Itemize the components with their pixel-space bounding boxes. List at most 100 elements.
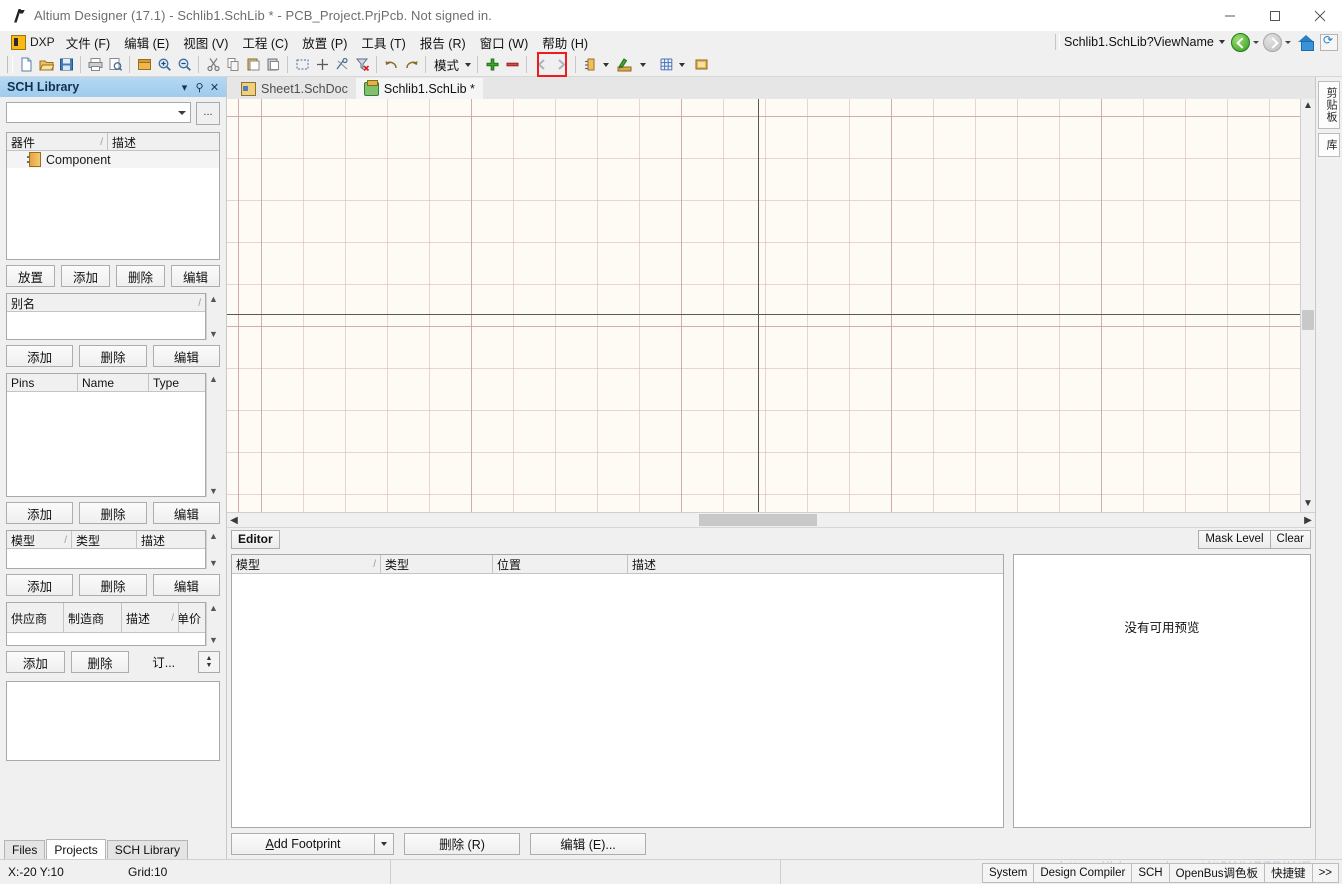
zoom-out-icon[interactable] xyxy=(175,55,194,74)
menu-item-help[interactable]: 帮助 (H) xyxy=(535,31,595,54)
tab-clipboard[interactable]: 剪贴板 xyxy=(1318,81,1340,129)
cut-icon[interactable] xyxy=(204,55,223,74)
menu-item-view[interactable]: 视图 (V) xyxy=(176,31,235,54)
add-alias-button[interactable]: 添加 xyxy=(6,345,74,367)
document-tab-sheet1[interactable]: Sheet1.SchDoc xyxy=(233,78,356,99)
menu-item-place[interactable]: 放置 (P) xyxy=(295,31,354,54)
edit-footprint-button[interactable]: 编辑 (E)... xyxy=(530,832,646,855)
chevron-down-icon[interactable] xyxy=(174,104,190,121)
edit-pin-button[interactable]: 编辑 xyxy=(152,502,220,524)
status-button-openbus-palette[interactable]: OpenBus调色板 xyxy=(1168,863,1266,883)
suppliers-scrollbar[interactable]: ▲ ▼ xyxy=(206,602,220,646)
place-pin-dropdown-icon[interactable] xyxy=(600,55,611,74)
column-header-model[interactable]: 模型 / xyxy=(7,531,72,548)
stepper-up-icon[interactable]: ▲ xyxy=(206,655,213,662)
clear-button[interactable]: Clear xyxy=(1269,529,1311,549)
vertical-scroll-thumb[interactable] xyxy=(1302,310,1314,330)
print-icon[interactable] xyxy=(86,55,105,74)
tab-files[interactable]: Files xyxy=(4,840,46,859)
suppliers-grid[interactable]: 供应商 制造商 描述 / 单价 xyxy=(6,602,206,646)
column-header-description[interactable]: 描述 xyxy=(108,133,219,150)
aliases-scrollbar[interactable]: ▲ ▼ xyxy=(206,293,220,340)
redo-icon[interactable] xyxy=(402,55,421,74)
add-model-button[interactable]: 添加 xyxy=(6,574,74,596)
menu-item-edit[interactable]: 编辑 (E) xyxy=(117,31,176,54)
horizontal-scroll-track[interactable] xyxy=(241,513,1301,527)
scroll-up-icon[interactable]: ▲ xyxy=(209,373,218,385)
status-button-system[interactable]: System xyxy=(981,863,1035,883)
column-header-location[interactable]: 位置 xyxy=(493,555,628,573)
paste-icon[interactable] xyxy=(244,55,263,74)
tab-libraries[interactable]: 库 xyxy=(1318,133,1340,157)
scroll-right-icon[interactable]: ▶ xyxy=(1301,515,1315,526)
close-button[interactable] xyxy=(1297,0,1342,31)
select-area-icon[interactable] xyxy=(293,55,312,74)
column-header-model[interactable]: 模型 / xyxy=(232,555,381,573)
save-icon[interactable] xyxy=(57,55,76,74)
zoom-in-icon[interactable] xyxy=(155,55,174,74)
canvas-horizontal-scrollbar[interactable]: ◀ ▶ xyxy=(227,512,1315,527)
copy-icon[interactable] xyxy=(224,55,243,74)
undo-icon[interactable] xyxy=(382,55,401,74)
delete-pin-button[interactable]: 删除 xyxy=(79,502,147,524)
scroll-up-icon[interactable]: ▲ xyxy=(209,530,218,542)
models-grid[interactable]: 模型 / 类型 描述 xyxy=(6,530,206,569)
nav-back-dropdown-icon[interactable] xyxy=(1253,40,1259,44)
column-header-description[interactable]: 描述 xyxy=(628,555,1003,573)
component-wizard-icon[interactable] xyxy=(692,55,711,74)
mask-level-button[interactable]: Mask Level xyxy=(1198,529,1271,549)
scroll-down-icon[interactable]: ▼ xyxy=(209,328,218,340)
column-header-name[interactable]: Name xyxy=(78,374,149,391)
print-preview-icon[interactable] xyxy=(106,55,125,74)
library-filter-combo[interactable] xyxy=(6,102,191,123)
place-ieee-dropdown-icon[interactable] xyxy=(638,55,649,74)
maximize-button[interactable] xyxy=(1252,0,1297,31)
scroll-down-icon[interactable]: ▼ xyxy=(209,485,218,497)
rubber-stamp-icon[interactable] xyxy=(264,55,283,74)
column-header-device[interactable]: 器件 / xyxy=(7,133,108,150)
move-icon[interactable] xyxy=(313,55,332,74)
editor-button[interactable]: Editor xyxy=(231,529,280,549)
mode-dropdown-icon[interactable] xyxy=(462,55,473,74)
delete-alias-button[interactable]: 删除 xyxy=(79,345,147,367)
document-tab-schlib1[interactable]: Schlib1.SchLib * xyxy=(355,78,483,99)
add-component-button[interactable]: 添加 xyxy=(61,265,110,287)
mode-label[interactable]: 模式 xyxy=(430,55,462,74)
add-part-icon[interactable] xyxy=(483,55,502,74)
new-doc-icon[interactable] xyxy=(17,55,36,74)
status-button-sch[interactable]: SCH xyxy=(1131,863,1170,883)
column-header-type[interactable]: 类型 xyxy=(381,555,493,573)
column-header-description[interactable]: 描述 / xyxy=(122,603,179,632)
column-header-pins[interactable]: Pins xyxy=(7,374,78,391)
add-footprint-dropdown-icon[interactable] xyxy=(374,832,394,855)
menu-item-window[interactable]: 窗口 (W) xyxy=(473,31,536,54)
nav-forward-dropdown-icon[interactable] xyxy=(1285,40,1291,44)
address-dropdown-icon[interactable] xyxy=(1219,40,1225,44)
schematic-canvas[interactable] xyxy=(227,99,1300,512)
add-footprint-button[interactable]: Add Footprint xyxy=(231,832,374,855)
delete-footprint-button[interactable]: 删除 (R) xyxy=(404,832,520,855)
clear-filter-icon[interactable] xyxy=(353,55,372,74)
cross-probe-icon[interactable] xyxy=(333,55,352,74)
nav-back-icon[interactable] xyxy=(1231,32,1250,52)
home-icon[interactable] xyxy=(1298,34,1315,51)
menu-item-dxp[interactable]: DXP xyxy=(7,34,59,51)
column-header-description[interactable]: 描述 xyxy=(137,531,205,548)
minimize-button[interactable] xyxy=(1207,0,1252,31)
scroll-up-icon[interactable]: ▲ xyxy=(209,293,218,305)
address-input[interactable] xyxy=(1064,33,1214,51)
refresh-icon[interactable] xyxy=(1320,33,1338,51)
remove-part-icon[interactable] xyxy=(503,55,522,74)
chevron-down-icon[interactable]: ▾ xyxy=(177,80,192,95)
status-button-design-compiler[interactable]: Design Compiler xyxy=(1033,863,1133,883)
delete-component-button[interactable]: 删除 xyxy=(116,265,165,287)
order-button[interactable]: 订... xyxy=(135,651,192,671)
menu-item-tools[interactable]: 工具 (T) xyxy=(354,31,412,54)
nav-forward-icon[interactable] xyxy=(1263,32,1282,52)
canvas-vertical-scrollbar[interactable]: ▲ ▼ xyxy=(1300,99,1315,512)
edit-component-button[interactable]: 编辑 xyxy=(171,265,220,287)
models-scrollbar[interactable]: ▲ ▼ xyxy=(206,530,220,569)
column-header-alias[interactable]: 别名 / xyxy=(7,294,205,311)
components-grid[interactable]: 器件 / 描述 Component xyxy=(6,132,220,260)
delete-supplier-button[interactable]: 删除 xyxy=(70,651,130,673)
